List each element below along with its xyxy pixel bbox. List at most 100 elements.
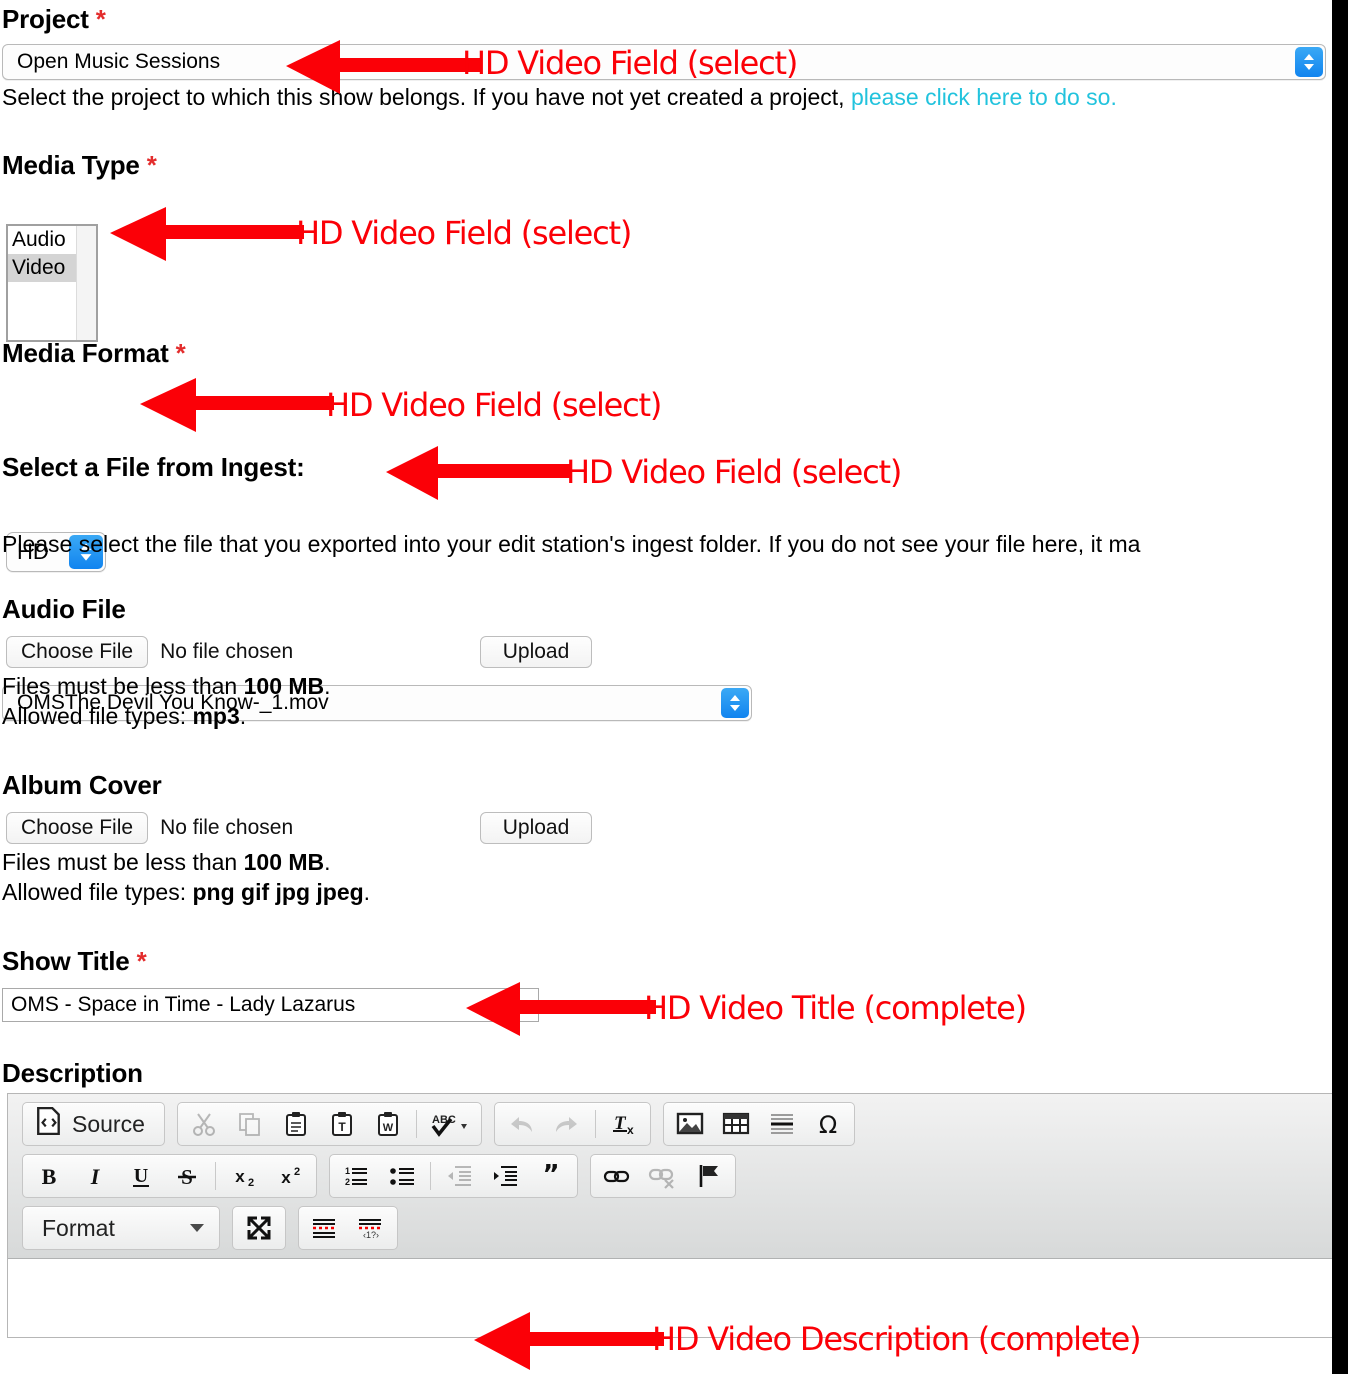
editor-group-styles: Format [22, 1206, 220, 1250]
ingest-label: Select a File from Ingest: [2, 452, 305, 482]
numbered-list-icon[interactable]: 12 [333, 1157, 379, 1195]
editor-toolbar-row-3: Format ‹1?› [22, 1206, 1332, 1250]
image-icon[interactable] [667, 1105, 713, 1143]
media-type-listbox[interactable]: Audio Video [6, 224, 98, 342]
svg-text:2: 2 [248, 1177, 254, 1189]
svg-text:x: x [281, 1168, 291, 1187]
anchor-icon[interactable] [686, 1157, 732, 1195]
listbox-scrollbar[interactable] [76, 226, 96, 340]
annotation-label-media-type: HD Video Field (select) [296, 214, 632, 252]
album-size-hint: Files must be less than 100 MB. [2, 849, 331, 875]
svg-text:B: B [42, 1164, 57, 1189]
editor-toolbar-row-1: Source T W ABC T x Ω [22, 1102, 1332, 1146]
audio-types-hint: Allowed file types: mp3. [2, 703, 247, 729]
audio-size-hint: Files must be less than 100 MB. [2, 673, 331, 699]
project-label: Project * [2, 4, 106, 34]
annotation-label-project: HD Video Field (select) [462, 44, 798, 82]
bulleted-list-icon[interactable] [379, 1157, 425, 1195]
annotation-arrow-ingest [386, 446, 570, 500]
album-upload-button[interactable]: Upload [480, 812, 592, 844]
paste-text-icon[interactable]: T [319, 1105, 365, 1143]
toolbar-separator [415, 1110, 417, 1138]
annotation-arrow-project [286, 40, 480, 94]
svg-text:W: W [383, 1122, 394, 1134]
album-types-hint: Allowed file types: png gif jpg jpeg. [2, 879, 371, 905]
svg-text:2: 2 [345, 1177, 350, 1187]
paste-icon[interactable] [273, 1105, 319, 1143]
undo-icon[interactable] [498, 1105, 544, 1143]
media-type-label: Media Type * [2, 150, 157, 180]
italic-icon[interactable]: I [72, 1157, 118, 1195]
source-icon [36, 1106, 72, 1141]
album-cover-label: Album Cover [2, 770, 162, 800]
link-icon[interactable] [594, 1157, 640, 1195]
form-page: Project * Open Music Sessions Select the… [0, 0, 1332, 1374]
editor-group-links [590, 1154, 736, 1198]
table-icon[interactable] [713, 1105, 759, 1143]
unlink-icon[interactable] [640, 1157, 686, 1195]
description-label: Description [2, 1058, 143, 1088]
description-editor: Source T W ABC T x Ω B I U S x 2 x 2 1 2… [7, 1093, 1332, 1338]
window-right-border [1332, 0, 1348, 1374]
annotation-arrow-show-title [466, 982, 656, 1036]
indent-icon[interactable] [482, 1157, 528, 1195]
album-choose-file-button[interactable]: Choose File [6, 812, 149, 844]
source-label: Source [72, 1110, 145, 1137]
show-title-input[interactable]: OMS - Space in Time - Lady Lazarus [2, 988, 539, 1022]
subscript-icon[interactable]: x2 [221, 1157, 267, 1195]
album-file-status: No file chosen [160, 816, 294, 839]
chevron-updown-icon[interactable] [1295, 47, 1323, 77]
outdent-icon[interactable] [436, 1157, 482, 1195]
chevron-updown-icon[interactable] [721, 688, 749, 718]
annotation-label-show-title: HD Video Title (complete) [644, 989, 1027, 1027]
svg-text:1: 1 [345, 1166, 350, 1176]
svg-text:2: 2 [294, 1166, 300, 1178]
chevron-down-icon [190, 1224, 204, 1232]
underline-icon[interactable]: U [118, 1157, 164, 1195]
svg-text:x: x [235, 1167, 245, 1186]
svg-text:I: I [90, 1164, 101, 1189]
audio-file-status: No file chosen [160, 640, 294, 663]
editor-group-undo: Tx [493, 1102, 651, 1146]
bold-icon[interactable]: B [26, 1157, 72, 1195]
superscript-icon[interactable]: x2 [267, 1157, 313, 1195]
annotation-arrow-description [474, 1312, 664, 1370]
blockquote-icon[interactable]: ” [528, 1157, 574, 1195]
remove-format-icon[interactable]: Tx [601, 1105, 647, 1143]
source-button[interactable]: Source [26, 1105, 161, 1143]
editor-group-tools [232, 1206, 286, 1250]
audio-upload-button[interactable]: Upload [480, 636, 592, 668]
annotation-arrow-media-format [140, 378, 334, 432]
paste-word-icon[interactable]: W [365, 1105, 411, 1143]
show-blocks-icon[interactable] [302, 1209, 348, 1247]
format-dropdown[interactable]: Format [26, 1209, 216, 1247]
audio-choose-file-button[interactable]: Choose File [6, 636, 149, 668]
redo-icon[interactable] [544, 1105, 590, 1143]
svg-text:U: U [134, 1165, 148, 1187]
templates-icon[interactable]: ‹1?› [348, 1209, 394, 1247]
copy-icon[interactable] [227, 1105, 273, 1143]
project-select-value: Open Music Sessions [17, 50, 221, 73]
annotation-label-media-format: HD Video Field (select) [326, 386, 662, 424]
audio-file-label: Audio File [2, 594, 126, 624]
annotation-arrow-media-type [110, 207, 304, 261]
editor-group-mode: Source [22, 1102, 165, 1146]
strikethrough-icon[interactable]: S [164, 1157, 210, 1195]
svg-text:x: x [627, 1123, 634, 1137]
horizontal-rule-icon[interactable] [759, 1105, 805, 1143]
svg-text:T: T [338, 1120, 346, 1134]
cut-icon[interactable] [181, 1105, 227, 1143]
editor-toolbar: Source T W ABC T x Ω B I U S x 2 x 2 1 2… [8, 1094, 1332, 1259]
show-title-label: Show Title * [2, 946, 147, 976]
create-project-link[interactable]: please click here to do so. [851, 84, 1117, 110]
editor-group-paragraph: 12 ” [329, 1154, 578, 1198]
annotation-label-description: HD Video Description (complete) [652, 1320, 1142, 1358]
audio-file-row: Choose File No file chosen Upload [6, 636, 706, 668]
toolbar-separator [594, 1110, 596, 1138]
maximize-icon[interactable] [236, 1209, 282, 1247]
special-char-icon[interactable]: Ω [805, 1105, 851, 1143]
album-cover-row: Choose File No file chosen Upload [6, 812, 706, 844]
spellcheck-icon[interactable]: ABC [422, 1105, 478, 1143]
editor-group-basicstyles: B I U S x2 x2 [22, 1154, 317, 1198]
svg-text:”: ” [542, 1163, 559, 1189]
